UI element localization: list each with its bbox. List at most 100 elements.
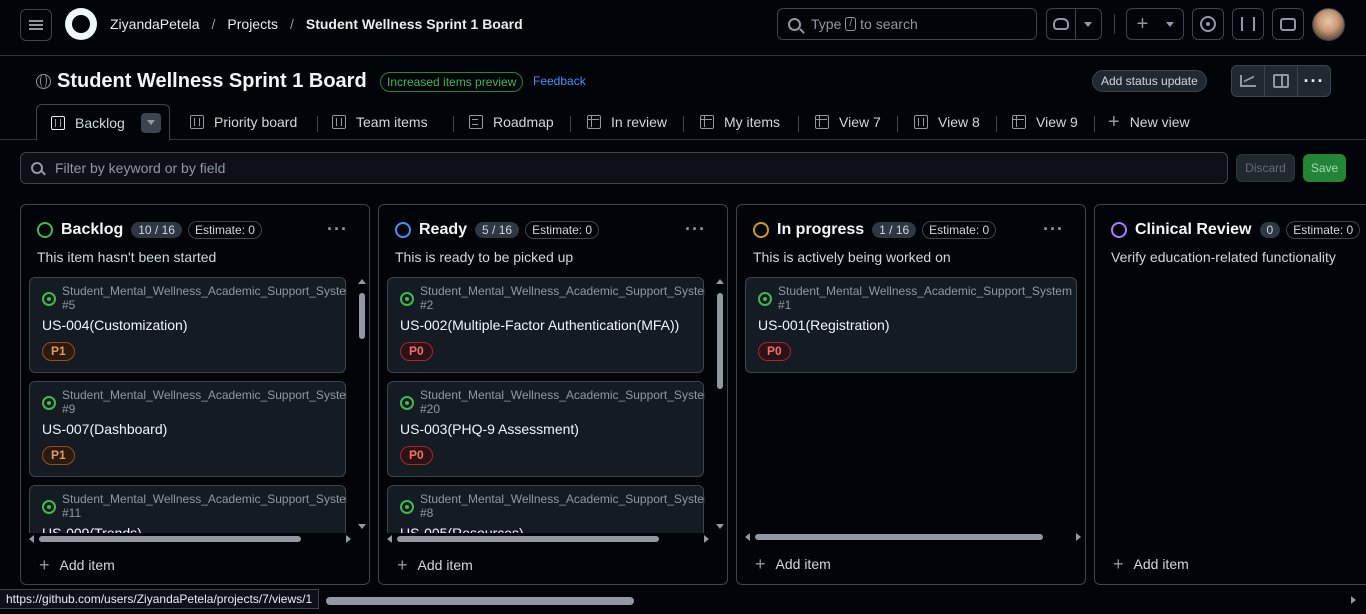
save-button[interactable]: Save — [1303, 154, 1346, 182]
add-status-update-button[interactable]: Add status update — [1092, 70, 1207, 92]
breadcrumb-project[interactable]: Student Wellness Sprint 1 Board — [306, 16, 523, 32]
column-header: Clinical Review 0 Estimate: 0 — [1111, 221, 1361, 239]
tab-backlog[interactable]: Backlog — [36, 104, 170, 141]
card-item[interactable]: Student_Mental_Wellness_Academic_Support… — [745, 277, 1077, 373]
insights-button[interactable] — [1232, 66, 1265, 96]
pull-requests-button[interactable] — [1232, 8, 1264, 40]
column-menu-button[interactable]: ··· — [1043, 219, 1064, 240]
priority-label: P0 — [400, 446, 433, 465]
tab-view-7[interactable]: View 7 — [815, 104, 881, 140]
priority-label: P0 — [758, 342, 791, 361]
add-item-button[interactable]: + Add item — [1113, 555, 1189, 573]
card-repo: Student_Mental_Wellness_Academic_Support… — [62, 388, 347, 402]
chevron-down-icon[interactable] — [1166, 21, 1175, 27]
issues-button[interactable] — [1192, 8, 1224, 40]
roadmap-icon — [469, 115, 483, 129]
new-view-button[interactable]: + New view — [1108, 104, 1190, 140]
table-icon — [700, 115, 714, 129]
column-menu-button[interactable]: ··· — [685, 219, 706, 240]
card-title[interactable]: US-002(Multiple-Factor Authentication(MF… — [400, 317, 679, 333]
tab-team-items[interactable]: Team items — [332, 104, 428, 140]
card-item[interactable]: Student_Mental_Wellness_Academic_Support… — [387, 485, 705, 533]
card-number: #5 — [62, 298, 76, 312]
globe-icon — [36, 74, 51, 89]
issue-opened-icon — [400, 292, 414, 306]
vertical-scrollbar[interactable] — [715, 277, 725, 531]
breadcrumb-projects[interactable]: Projects — [227, 16, 278, 32]
item-count-badge: 10 / 16 — [131, 222, 182, 238]
feedback-link[interactable]: Feedback — [533, 74, 586, 88]
project-menu-button[interactable]: ··· — [1298, 66, 1330, 96]
column-description: This is ready to be picked up — [395, 249, 574, 265]
discard-button[interactable]: Discard — [1236, 154, 1295, 182]
copilot-button[interactable] — [1046, 8, 1102, 40]
vertical-scrollbar[interactable] — [357, 277, 367, 531]
tab-view-8[interactable]: View 8 — [914, 104, 980, 140]
card-item[interactable]: Student_Mental_Wellness_Academic_Support… — [29, 485, 347, 533]
project-title: Student Wellness Sprint 1 Board — [36, 70, 367, 93]
preview-badge: Increased items preview — [380, 72, 524, 92]
kebab-horizontal-icon: ··· — [685, 219, 706, 239]
board-icon — [51, 115, 65, 130]
inbox-button[interactable] — [1272, 8, 1304, 40]
horizontal-scrollbar[interactable] — [29, 533, 351, 545]
chevron-down-icon[interactable] — [1084, 21, 1093, 27]
column-backlog: Backlog 10 / 16 Estimate: 0 ··· This ite… — [20, 204, 370, 585]
card-title[interactable]: US-009(Trends) — [42, 525, 142, 533]
breadcrumb-owner[interactable]: ZiyandaPetela — [110, 16, 200, 32]
global-search-input[interactable]: Type / to search — [777, 8, 1037, 40]
estimate-badge: Estimate: 0 — [187, 221, 262, 239]
git-pull-request-icon — [1241, 17, 1255, 31]
card-repo: Student_Mental_Wellness_Academic_Support… — [420, 284, 705, 298]
page-title: Student Wellness Sprint 1 Board — [57, 70, 367, 92]
menu-button[interactable] — [20, 9, 52, 41]
column-description: This is actively being worked on — [753, 249, 951, 265]
breadcrumb: ZiyandaPetela / Projects / Student Welln… — [110, 16, 523, 32]
card-item[interactable]: Student_Mental_Wellness_Academic_Support… — [29, 277, 347, 373]
view-options-button[interactable] — [140, 112, 161, 133]
card-repo: Student_Mental_Wellness_Academic_Support… — [420, 492, 705, 506]
avatar[interactable] — [1312, 8, 1345, 41]
add-item-button[interactable]: + Add item — [397, 556, 473, 574]
card-title[interactable]: US-007(Dashboard) — [42, 421, 167, 437]
estimate-badge: Estimate: 0 — [922, 221, 997, 239]
issue-opened-icon — [42, 292, 56, 306]
card-item[interactable]: Student_Mental_Wellness_Academic_Support… — [29, 381, 347, 477]
add-item-button[interactable]: + Add item — [39, 556, 115, 574]
view-tabs: Backlog Priority board Team items Roadma… — [0, 104, 1366, 226]
tab-priority-board[interactable]: Priority board — [190, 104, 297, 140]
top-header: ZiyandaPetela / Projects / Student Welln… — [0, 0, 1366, 56]
card-item[interactable]: Student_Mental_Wellness_Academic_Support… — [387, 277, 705, 373]
scroll-right-arrow-icon[interactable] — [1351, 596, 1356, 604]
horizontal-scrollbar[interactable] — [387, 533, 709, 545]
add-item-button[interactable]: + Add item — [755, 555, 831, 573]
page-horizontal-scrollbar[interactable] — [326, 597, 634, 605]
tab-view-9[interactable]: View 9 — [1012, 104, 1078, 140]
github-logo-icon[interactable] — [65, 8, 97, 40]
estimate-badge: Estimate: 0 — [1286, 221, 1361, 239]
status-circle-icon — [37, 222, 53, 238]
tab-roadmap[interactable]: Roadmap — [469, 104, 554, 140]
card-number: #8 — [420, 506, 434, 520]
create-new-button[interactable]: + — [1126, 8, 1184, 40]
card-title[interactable]: US-005(Resources) — [400, 525, 524, 533]
card-title[interactable]: US-004(Customization) — [42, 317, 188, 333]
card-number: #2 — [420, 298, 434, 312]
card-repo: Student_Mental_Wellness_Academic_Support… — [778, 284, 1072, 298]
tab-my-items[interactable]: My items — [700, 104, 780, 140]
card-item[interactable]: Student_Mental_Wellness_Academic_Support… — [387, 381, 705, 477]
card-title[interactable]: US-001(Registration) — [758, 317, 890, 333]
filter-input[interactable]: Filter by keyword or by field — [20, 152, 1228, 184]
horizontal-scrollbar[interactable] — [745, 531, 1081, 543]
table-icon — [815, 115, 829, 129]
card-list: Student_Mental_Wellness_Academic_Support… — [745, 277, 1079, 533]
issue-opened-icon — [42, 500, 56, 514]
column-clinical-review: Clinical Review 0 Estimate: 0 Verify edu… — [1094, 204, 1366, 585]
status-circle-icon — [1111, 222, 1127, 238]
board-icon — [914, 115, 928, 129]
tab-in-review[interactable]: In review — [587, 104, 667, 140]
column-menu-button[interactable]: ··· — [327, 219, 348, 240]
card-title[interactable]: US-003(PHQ-9 Assessment) — [400, 421, 579, 437]
link-status-bar: https://github.com/users/ZiyandaPetela/p… — [0, 589, 320, 609]
side-panel-button[interactable] — [1265, 66, 1298, 96]
